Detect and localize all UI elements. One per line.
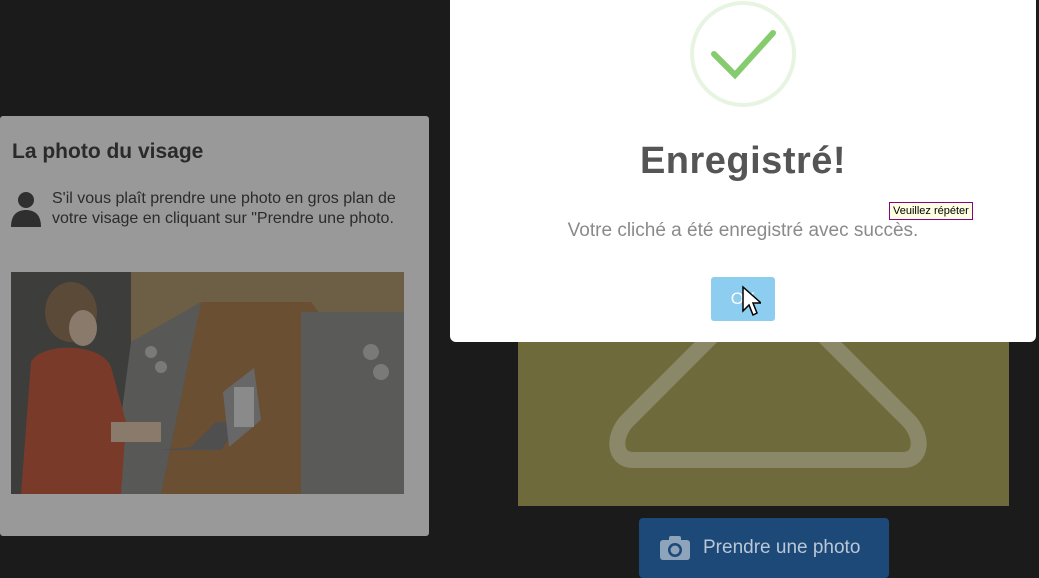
success-check-icon — [690, 1, 796, 107]
dialog-title: Enregistré! — [639, 140, 847, 182]
take-photo-label: Prendre une photo — [703, 537, 861, 558]
panel-title: La photo du visage — [12, 140, 204, 163]
person-icon — [11, 192, 41, 227]
example-photo — [11, 272, 404, 494]
tooltip: Veuillez répéter — [889, 202, 973, 220]
dialog-message: Votre cliché a été enregistré avec succè… — [567, 220, 919, 241]
instruction-text: S'il vous plaît prendre une photo en gro… — [52, 190, 396, 227]
mouse-cursor-icon — [742, 285, 761, 317]
take-photo-button[interactable]: Prendre une photo — [639, 518, 889, 578]
camera-icon — [660, 536, 690, 560]
